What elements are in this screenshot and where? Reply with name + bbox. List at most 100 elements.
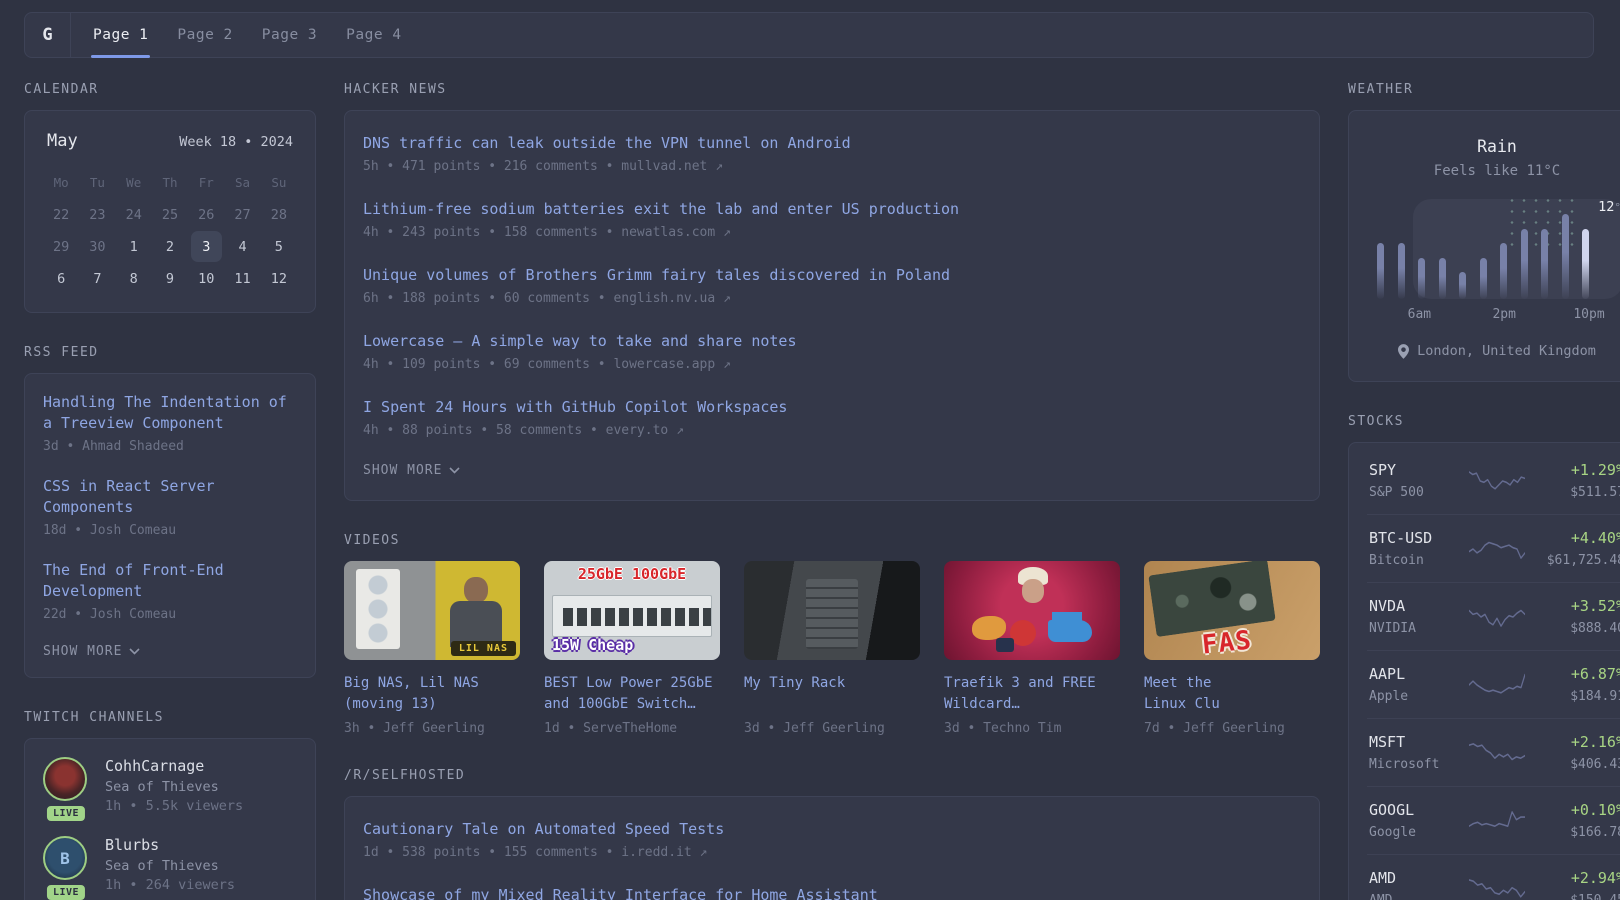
rss-item-title[interactable]: Handling The Indentation of a Treeview C… bbox=[43, 392, 297, 434]
channel-game: Sea of Thieves bbox=[105, 858, 219, 874]
twitch-card: LIVE CohhCarnage Sea of Thieves 1h • 5.5… bbox=[24, 738, 316, 900]
rss-show-more-button[interactable]: SHOW MORE bbox=[43, 644, 297, 659]
hn-item-title[interactable]: I Spent 24 Hours with GitHub Copilot Wor… bbox=[363, 397, 1301, 418]
hour-label: 2pm bbox=[1492, 307, 1516, 322]
stock-row[interactable]: AMD AMD +2.94% $150.45 bbox=[1367, 854, 1620, 900]
reddit-item-title[interactable]: Cautionary Tale on Automated Speed Tests bbox=[363, 819, 1301, 840]
tab-page-2[interactable]: Page 2 bbox=[177, 13, 232, 57]
calendar-grid: Mo Tu We Th Fr Sa Su 22 23 24 25 26 27 2… bbox=[43, 167, 297, 294]
hn-item-title[interactable]: Unique volumes of Brothers Grimm fairy t… bbox=[363, 265, 1301, 286]
video-thumbnail[interactable]: 25GbE 100GbE 15W Cheap bbox=[544, 561, 720, 660]
calendar-day: 10 bbox=[198, 270, 215, 287]
calendar-week-year: Week 18 • 2024 bbox=[179, 134, 293, 150]
weather-chart: 12° bbox=[1377, 195, 1620, 299]
stock-change: +6.87% bbox=[1570, 665, 1620, 683]
hn-item-meta: 4h • 243 points • 158 comments • newatla… bbox=[363, 225, 731, 240]
hackernews-show-more-button[interactable]: SHOW MORE bbox=[363, 463, 1301, 478]
calendar-day: 29 bbox=[53, 238, 70, 255]
video-title[interactable]: Meet the bbox=[1144, 673, 1320, 694]
video-title[interactable]: and 100GbE Switch… bbox=[544, 694, 720, 715]
weather-bar bbox=[1541, 228, 1548, 299]
page-tabs: Page 1 Page 2 Page 3 Page 4 bbox=[71, 13, 431, 58]
weather-bar bbox=[1500, 243, 1507, 299]
stock-change: +2.94% bbox=[1570, 869, 1620, 887]
video-card[interactable]: FAS Meet the Linux Clu 7d • Jeff Geerlin… bbox=[1144, 561, 1320, 736]
stock-row[interactable]: MSFT Microsoft +2.16% $406.43 bbox=[1367, 718, 1620, 786]
twitch-channel[interactable]: LIVE CohhCarnage Sea of Thieves 1h • 5.5… bbox=[43, 757, 297, 823]
hackernews-item: I Spent 24 Hours with GitHub Copilot Wor… bbox=[363, 397, 1301, 438]
stock-row[interactable]: NVDA NVIDIA +3.52% $888.40 bbox=[1367, 582, 1620, 650]
video-thumbnail[interactable] bbox=[744, 561, 920, 660]
calendar-day: 9 bbox=[165, 270, 175, 287]
stock-row[interactable]: AAPL Apple +6.87% $184.91 bbox=[1367, 650, 1620, 718]
calendar-day: 6 bbox=[57, 270, 66, 287]
calendar-day: 7 bbox=[93, 270, 102, 287]
stock-sparkline bbox=[1469, 673, 1525, 694]
icon-graphic bbox=[972, 616, 1006, 640]
channel-name[interactable]: CohhCarnage bbox=[105, 757, 243, 775]
video-thumbnail[interactable] bbox=[944, 561, 1120, 660]
tab-page-4[interactable]: Page 4 bbox=[346, 13, 401, 57]
video-thumbnail[interactable]: LIL NAS bbox=[344, 561, 520, 660]
hackernews-item: Unique volumes of Brothers Grimm fairy t… bbox=[363, 265, 1301, 306]
tab-page-1[interactable]: Page 1 bbox=[90, 13, 151, 58]
stock-change: +2.16% bbox=[1570, 733, 1620, 751]
video-title[interactable]: My Tiny Rack bbox=[744, 673, 920, 694]
stock-row[interactable]: GOOGL Google +0.10% $166.78 bbox=[1367, 786, 1620, 854]
hackernews-section: HACKER NEWS DNS traffic can leak outside… bbox=[344, 82, 1320, 501]
hackernews-section-label: HACKER NEWS bbox=[344, 82, 447, 97]
video-card[interactable]: 25GbE 100GbE 15W Cheap BEST Low Power 25… bbox=[544, 561, 720, 736]
calendar-day: 23 bbox=[89, 206, 106, 223]
weather-bar bbox=[1459, 272, 1466, 299]
video-thumbnail[interactable]: FAS bbox=[1144, 561, 1320, 660]
stock-row[interactable]: BTC-USD Bitcoin +4.40% $61,725.48 bbox=[1367, 514, 1620, 582]
stock-symbol: BTC-USD bbox=[1369, 529, 1433, 547]
stock-price: $184.91 bbox=[1570, 689, 1620, 704]
stocks-section: STOCKS SPY S&P 500 +1.29% $511.57 BTC-US… bbox=[1348, 414, 1620, 900]
stock-row[interactable]: SPY S&P 500 +1.29% $511.57 bbox=[1367, 447, 1620, 514]
hn-item-title[interactable]: DNS traffic can leak outside the VPN tun… bbox=[363, 133, 1301, 154]
video-title[interactable]: (moving 13) bbox=[344, 694, 520, 715]
tab-page-3[interactable]: Page 3 bbox=[262, 13, 317, 57]
stock-sparkline bbox=[1469, 470, 1525, 490]
video-card[interactable]: My Tiny Rack 3d • Jeff Geerling bbox=[744, 561, 920, 736]
stock-price: $406.43 bbox=[1570, 757, 1620, 772]
weather-location: London, United Kingdom bbox=[1417, 343, 1596, 359]
videos-section: VIDEOS LIL NAS Big NAS, Lil NAS (moving … bbox=[344, 533, 1320, 736]
calendar-day: 8 bbox=[129, 270, 138, 287]
hn-item-title[interactable]: Lowercase – A simple way to take and sha… bbox=[363, 331, 1301, 352]
video-card[interactable]: LIL NAS Big NAS, Lil NAS (moving 13) 3h … bbox=[344, 561, 520, 736]
person-graphic bbox=[450, 577, 502, 647]
channel-meta: 1h • 264 viewers bbox=[105, 877, 236, 893]
calendar-day: 12 bbox=[270, 270, 287, 287]
weather-bar bbox=[1418, 257, 1425, 299]
stock-price: $61,725.48 bbox=[1546, 553, 1620, 568]
stock-sparkline bbox=[1469, 541, 1525, 559]
video-title[interactable]: BEST Low Power 25GbE bbox=[544, 673, 720, 694]
video-title[interactable]: Traefik 3 and FREE bbox=[944, 673, 1120, 694]
weather-bar bbox=[1479, 257, 1487, 299]
video-title[interactable]: Wildcard… bbox=[944, 694, 1120, 715]
live-badge: LIVE bbox=[44, 804, 88, 823]
hackernews-item: DNS traffic can leak outside the VPN tun… bbox=[363, 133, 1301, 174]
video-title[interactable]: Big NAS, Lil NAS bbox=[344, 673, 520, 694]
hn-item-meta: 6h • 188 points • 60 comments • english.… bbox=[363, 291, 731, 306]
calendar-day: 25 bbox=[161, 206, 179, 223]
live-badge: LIVE bbox=[44, 883, 88, 900]
video-card[interactable]: Traefik 3 and FREE Wildcard… 3d • Techno… bbox=[944, 561, 1120, 736]
rss-item-title[interactable]: The End of Front-End Development bbox=[43, 560, 297, 602]
twitch-channel[interactable]: B LIVE Blurbs Sea of Thieves 1h • 264 vi… bbox=[43, 836, 297, 900]
video-meta: 1d • ServeTheHome bbox=[544, 721, 678, 736]
rss-item-meta: 18d • Josh Comeau bbox=[43, 523, 177, 538]
hn-item-title[interactable]: Lithium-free sodium batteries exit the l… bbox=[363, 199, 1301, 220]
video-title[interactable]: Linux Clu bbox=[1144, 694, 1320, 715]
rss-item-title[interactable]: CSS in React Server Components bbox=[43, 476, 297, 518]
calendar-day: 24 bbox=[125, 206, 142, 223]
reddit-item-title[interactable]: Showcase of my Mixed Reality Interface f… bbox=[363, 885, 1301, 900]
hour-label: 6am bbox=[1407, 307, 1432, 322]
channel-game: Sea of Thieves bbox=[105, 779, 219, 795]
calendar-weekday: Tu bbox=[89, 175, 105, 190]
channel-name[interactable]: Blurbs bbox=[105, 836, 235, 854]
video-meta: 3h • Jeff Geerling bbox=[344, 721, 485, 736]
videos-row: LIL NAS Big NAS, Lil NAS (moving 13) 3h … bbox=[344, 561, 1320, 736]
